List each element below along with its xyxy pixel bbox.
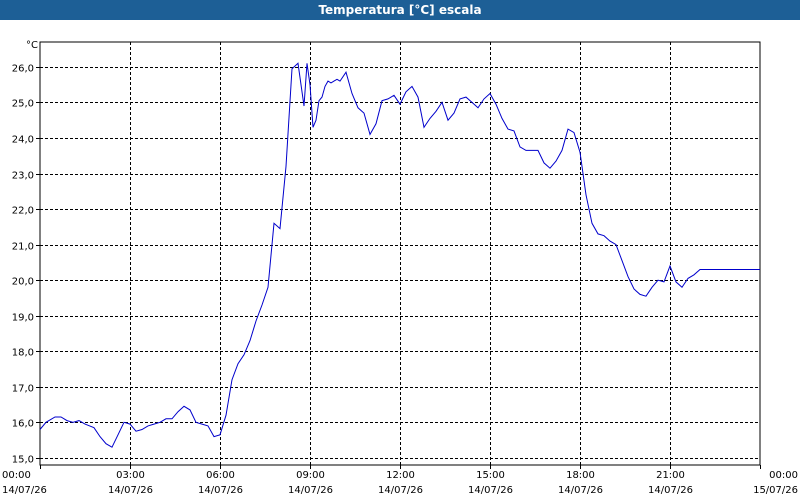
x-tick-date-label: 14/07/26 xyxy=(2,485,47,496)
x-axis-ticks: 00:00 14/07/26 03:00 14/07/26 06:00 14/07/26 0… xyxy=(2,465,798,496)
x-tick-date-label: 14/07/26 xyxy=(198,485,243,496)
x-tick-date-label: 14/07/26 xyxy=(558,485,603,496)
y-tick-label: 21,0 xyxy=(12,242,34,253)
x-tick-date-label: 14/07/26 xyxy=(288,485,333,496)
window-title: Temperatura [°C] escala xyxy=(0,0,800,20)
x-tick-date-label: 14/07/26 xyxy=(648,485,693,496)
x-tick-time-label: 15:00 xyxy=(476,470,505,481)
x-tick-time-label: 09:00 xyxy=(296,470,325,481)
y-tick-label: 19,0 xyxy=(12,313,34,324)
x-tick-time-label: 00:00 xyxy=(769,470,798,481)
x-tick-date-label: 15/07/26 xyxy=(753,485,798,496)
y-tick-label: 26,0 xyxy=(12,64,34,75)
x-tick-time-label: 18:00 xyxy=(566,470,595,481)
y-tick-label: 22,0 xyxy=(12,206,34,217)
chart-panel: 15,0 16,0 17,0 18,0 19,0 20,0 21,0 22,0 23,0 24,0… xyxy=(0,20,800,500)
y-tick-label: 20,0 xyxy=(12,277,34,288)
temperature-chart: 15,0 16,0 17,0 18,0 19,0 20,0 21,0 22,0 23,0 24,0… xyxy=(2,40,798,496)
y-tick-label: 17,0 xyxy=(12,384,34,395)
y-tick-label: 16,0 xyxy=(12,419,34,430)
x-tick-time-label: 03:00 xyxy=(116,470,145,481)
x-tick-date-label: 14/07/26 xyxy=(468,485,513,496)
y-tick-label: 23,0 xyxy=(12,171,34,182)
grid-lines xyxy=(40,42,760,465)
x-tick-date-label: 14/07/26 xyxy=(378,485,423,496)
y-axis-unit-label: °C xyxy=(26,40,38,51)
x-tick-time-label: 00:00 xyxy=(2,470,31,481)
y-tick-label: 25,0 xyxy=(12,99,34,110)
y-tick-label: 18,0 xyxy=(12,348,34,359)
x-tick-time-label: 12:00 xyxy=(386,470,415,481)
y-tick-label: 24,0 xyxy=(12,135,34,146)
x-tick-time-label: 06:00 xyxy=(206,470,235,481)
x-tick-time-label: 21:00 xyxy=(656,470,685,481)
y-axis-ticks: 15,0 16,0 17,0 18,0 19,0 20,0 21,0 22,0 23,0 24,0… xyxy=(12,64,40,466)
chart-window: Temperatura [°C] escala 15,0 16,0 17,0 18,0… xyxy=(0,0,800,500)
x-tick-date-label: 14/07/26 xyxy=(108,485,153,496)
y-tick-label: 15,0 xyxy=(12,455,34,466)
